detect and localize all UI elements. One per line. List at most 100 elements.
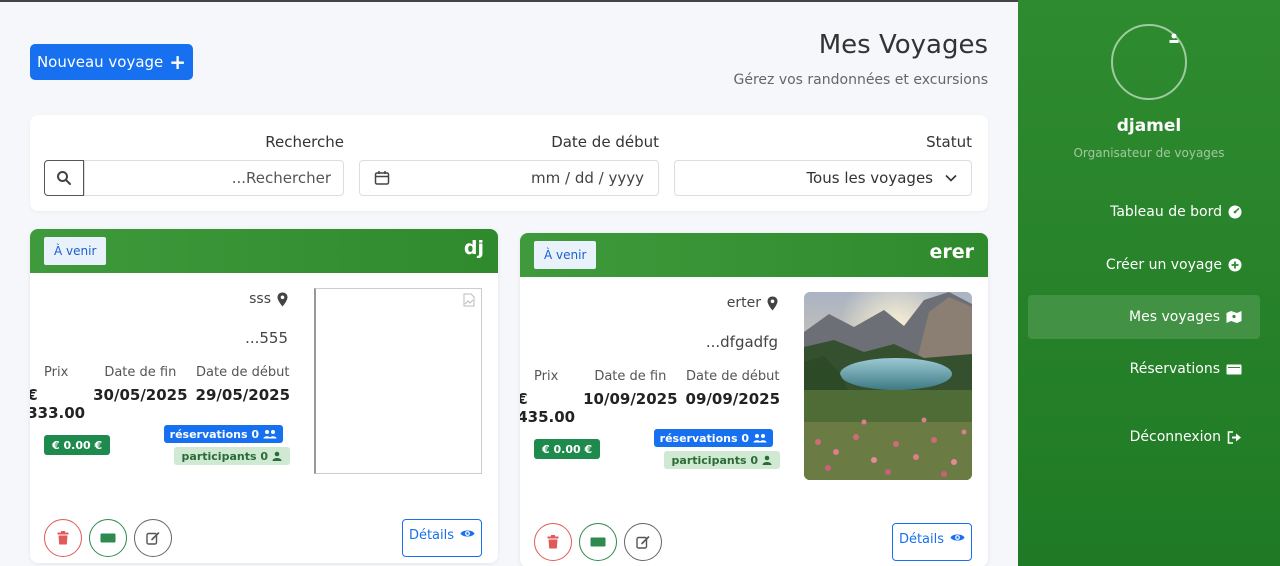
search-icon [57,171,71,185]
date-placeholder: mm / dd / yyyy [531,169,644,187]
sidebar: djamel Organisateur de voyages Tableau d… [1018,0,1280,566]
trip-description: ...555 [245,329,288,347]
end-date-value: 30/05/2025 [93,386,188,404]
trip-card: À venir erer erter ...dfgadfg Prix € 435… [520,233,988,566]
trip-description: ...dfgadfg [705,333,778,351]
users-icon [753,434,767,443]
sidebar-item-logout[interactable]: Déconnexion [1028,415,1260,459]
user-role: Organisateur de voyages [1073,146,1225,160]
users-icon [263,430,277,439]
trip-card: À venir dj sss ...555 Prix € 333.00 Date… [30,229,498,563]
map-pin-icon [767,296,778,310]
calendar-icon [374,171,390,185]
page-subtitle: Gérez vos randonnées et excursions [733,72,989,88]
trip-location: sss [249,291,288,307]
plus-icon: + [169,50,187,74]
start-date-value: 29/05/2025 [195,386,290,404]
trip-title: erer [929,241,974,263]
top-border [0,0,1018,2]
broken-image-icon [463,293,475,307]
sidebar-item-label: Créer un voyage [1105,257,1222,273]
trash-icon [57,531,69,545]
trip-location: erter [727,295,778,311]
edit-trip-button[interactable] [134,519,172,557]
trip-photo [804,292,972,480]
page-title: Mes Voyages [818,30,988,60]
trip-card-body: sss ...555 Prix € 333.00 Date de fin 30/… [30,273,498,563]
sidebar-item-label: Tableau de bord [1110,204,1222,220]
trip-title: dj [463,237,484,259]
sidebar-item-create-trip[interactable]: Créer un voyage [1028,243,1260,287]
map-icon [1226,311,1242,323]
price-value: € 435.00 [520,390,576,426]
sidebar-item-dashboard[interactable]: Tableau de bord [1028,190,1260,234]
sidebar-item-label: Déconnexion [1129,429,1221,445]
user-icon [762,455,772,465]
date-label: Date de début [551,133,659,151]
details-label: Détails [408,528,455,543]
eye-icon [950,534,965,541]
status-badge: À venir [44,237,107,265]
chevron-down-icon [945,174,957,182]
map-pin-icon [277,292,288,306]
status-select[interactable]: Tous les voyages [674,160,972,196]
trip-location-text: sss [249,291,271,307]
new-trip-button[interactable]: Nouveau voyage + [30,44,193,80]
trash-icon [547,535,559,549]
end-date-value: 10/09/2025 [583,390,678,408]
status-label: Statut [926,133,972,151]
ticket-icon [590,537,606,547]
sidebar-item-reservations[interactable]: Réservations [1028,347,1260,391]
price-value: € 333.00 [30,386,86,422]
trip-card-header: À venir dj [30,229,498,273]
ticket-icon [1226,364,1242,374]
start-date-value: 09/09/2025 [685,390,780,408]
reservations-button[interactable] [579,523,617,561]
main-content: Nouveau voyage + Mes Voyages Gérez vos r… [0,0,1018,566]
status-badge: À venir [534,241,597,269]
trip-info: Prix € 333.00 Date de fin 30/05/2025 Dat… [30,365,290,422]
price-label: Prix [534,369,559,384]
search-input[interactable] [84,160,344,196]
reservations-text: réservations 0 [169,427,259,441]
search-button[interactable] [44,160,84,196]
start-date-label: Date de début [686,369,780,384]
earnings-badge: € 0.00 € [44,435,111,455]
details-button[interactable]: Détails [892,523,972,561]
status-select-value: Tous les voyages [806,169,933,187]
search-label: Recherche [265,133,344,151]
sidebar-item-my-trips[interactable]: Mes voyages [1028,295,1260,339]
trip-card-body: erter ...dfgadfg Prix € 435.00 Date de f… [520,277,988,566]
participants-badge: participants 0 [663,451,780,469]
filter-card: Recherche Date de début Statut mm / dd /… [30,115,988,211]
user-avatar-icon [1169,33,1179,43]
edit-icon [636,536,650,549]
user-icon [272,451,282,461]
earnings-badge: € 0.00 € [534,439,601,459]
ticket-icon [100,533,116,543]
user-name: djamel [1116,116,1182,136]
delete-trip-button[interactable] [44,519,82,557]
reservations-badge: réservations 0 [653,429,773,447]
reservations-badge: réservations 0 [163,425,283,443]
reservations-button[interactable] [89,519,127,557]
trip-image-placeholder [314,288,482,474]
edit-icon [146,532,160,545]
participants-text: participants 0 [671,453,758,467]
end-date-label: Date de fin [594,369,667,384]
landscape-image [804,292,972,480]
details-button[interactable]: Détails [402,519,482,557]
dashboard-icon [1228,205,1242,219]
plus-circle-icon [1228,258,1242,272]
end-date-label: Date de fin [104,365,177,380]
sidebar-item-label: Réservations [1129,361,1220,377]
start-date-label: Date de début [196,365,290,380]
delete-trip-button[interactable] [534,523,572,561]
start-date-input[interactable]: mm / dd / yyyy [359,160,659,196]
edit-trip-button[interactable] [624,523,662,561]
avatar [1111,24,1187,100]
details-label: Détails [898,532,945,547]
participants-badge: participants 0 [173,447,290,465]
logout-icon [1227,430,1241,444]
trip-card-header: À venir erer [520,233,988,277]
